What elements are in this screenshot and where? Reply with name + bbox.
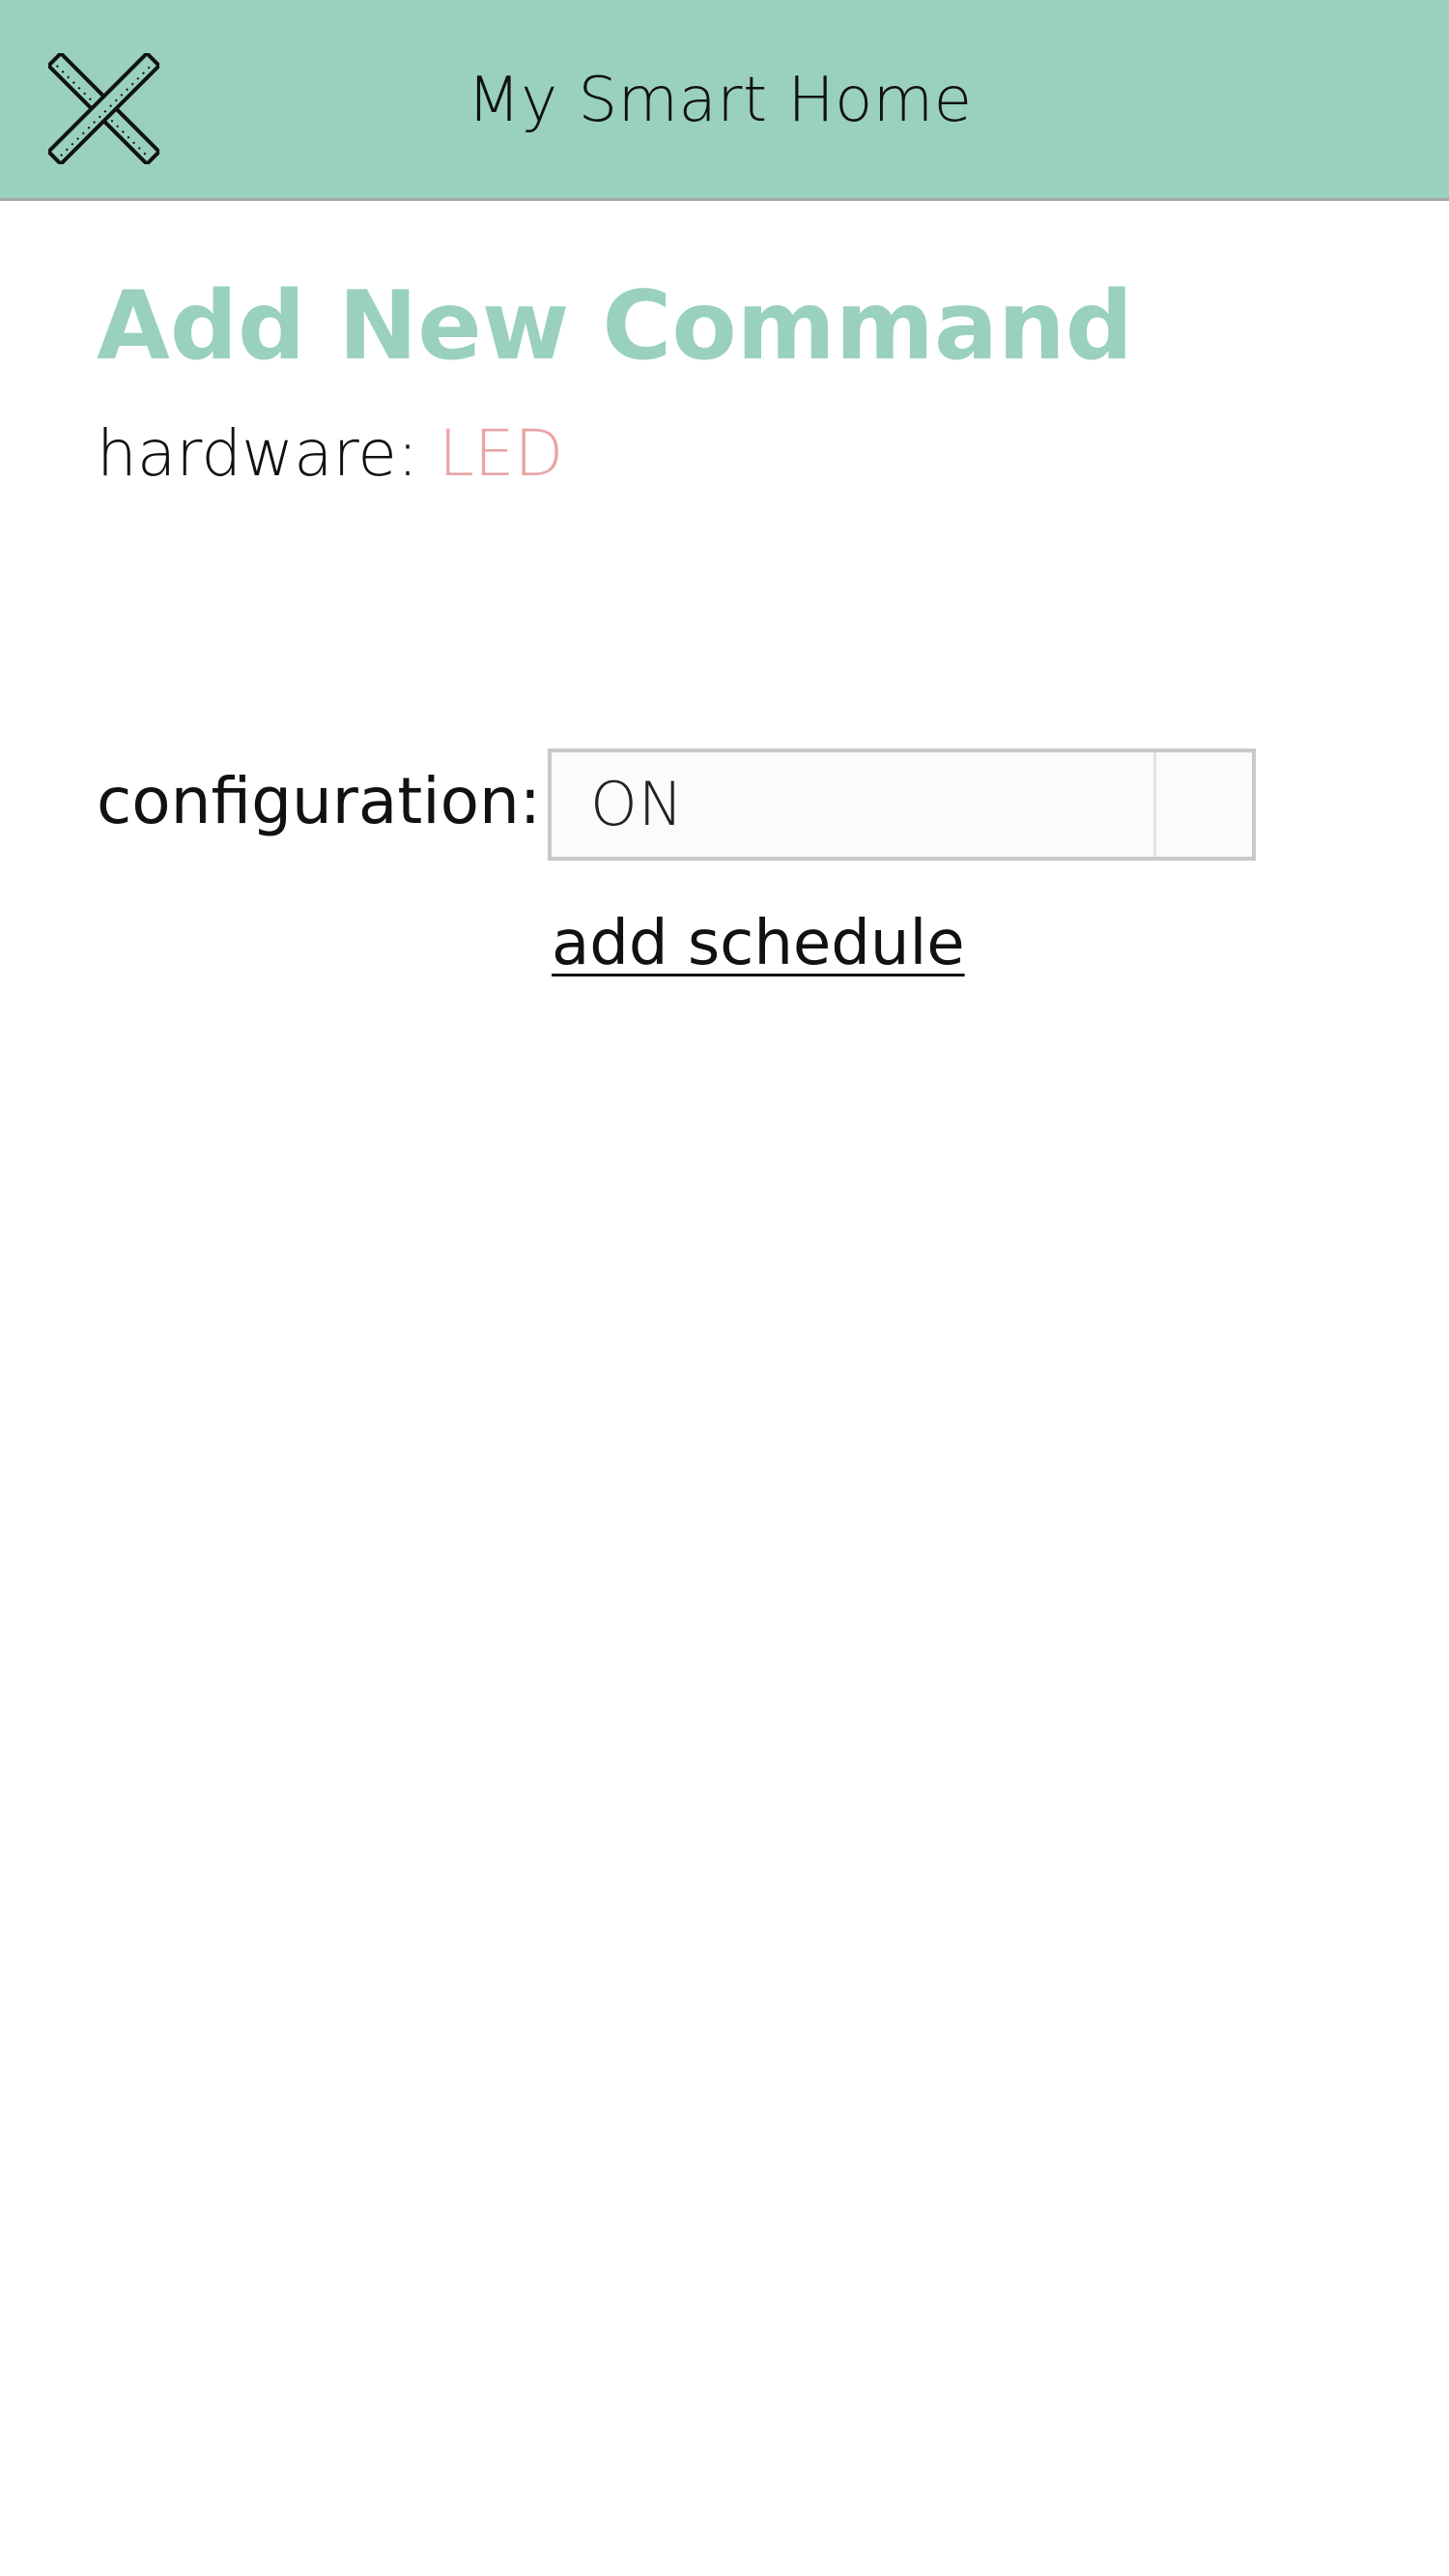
hardware-value: LED xyxy=(439,416,564,491)
configuration-selected-value: ON xyxy=(590,769,685,839)
add-schedule-link[interactable]: add schedule xyxy=(552,900,965,987)
app-bar: My Smart Home xyxy=(0,0,1449,201)
dropdown-toggle[interactable] xyxy=(1153,752,1252,857)
app-title: My Smart Home xyxy=(467,65,973,136)
configuration-label: configuration: xyxy=(97,764,542,838)
hardware-label: hardware: xyxy=(97,416,419,491)
hardware-row: hardware: LED xyxy=(97,410,563,497)
configuration-select[interactable]: ON xyxy=(548,749,1256,861)
page-title: Add New Command xyxy=(97,271,1133,382)
